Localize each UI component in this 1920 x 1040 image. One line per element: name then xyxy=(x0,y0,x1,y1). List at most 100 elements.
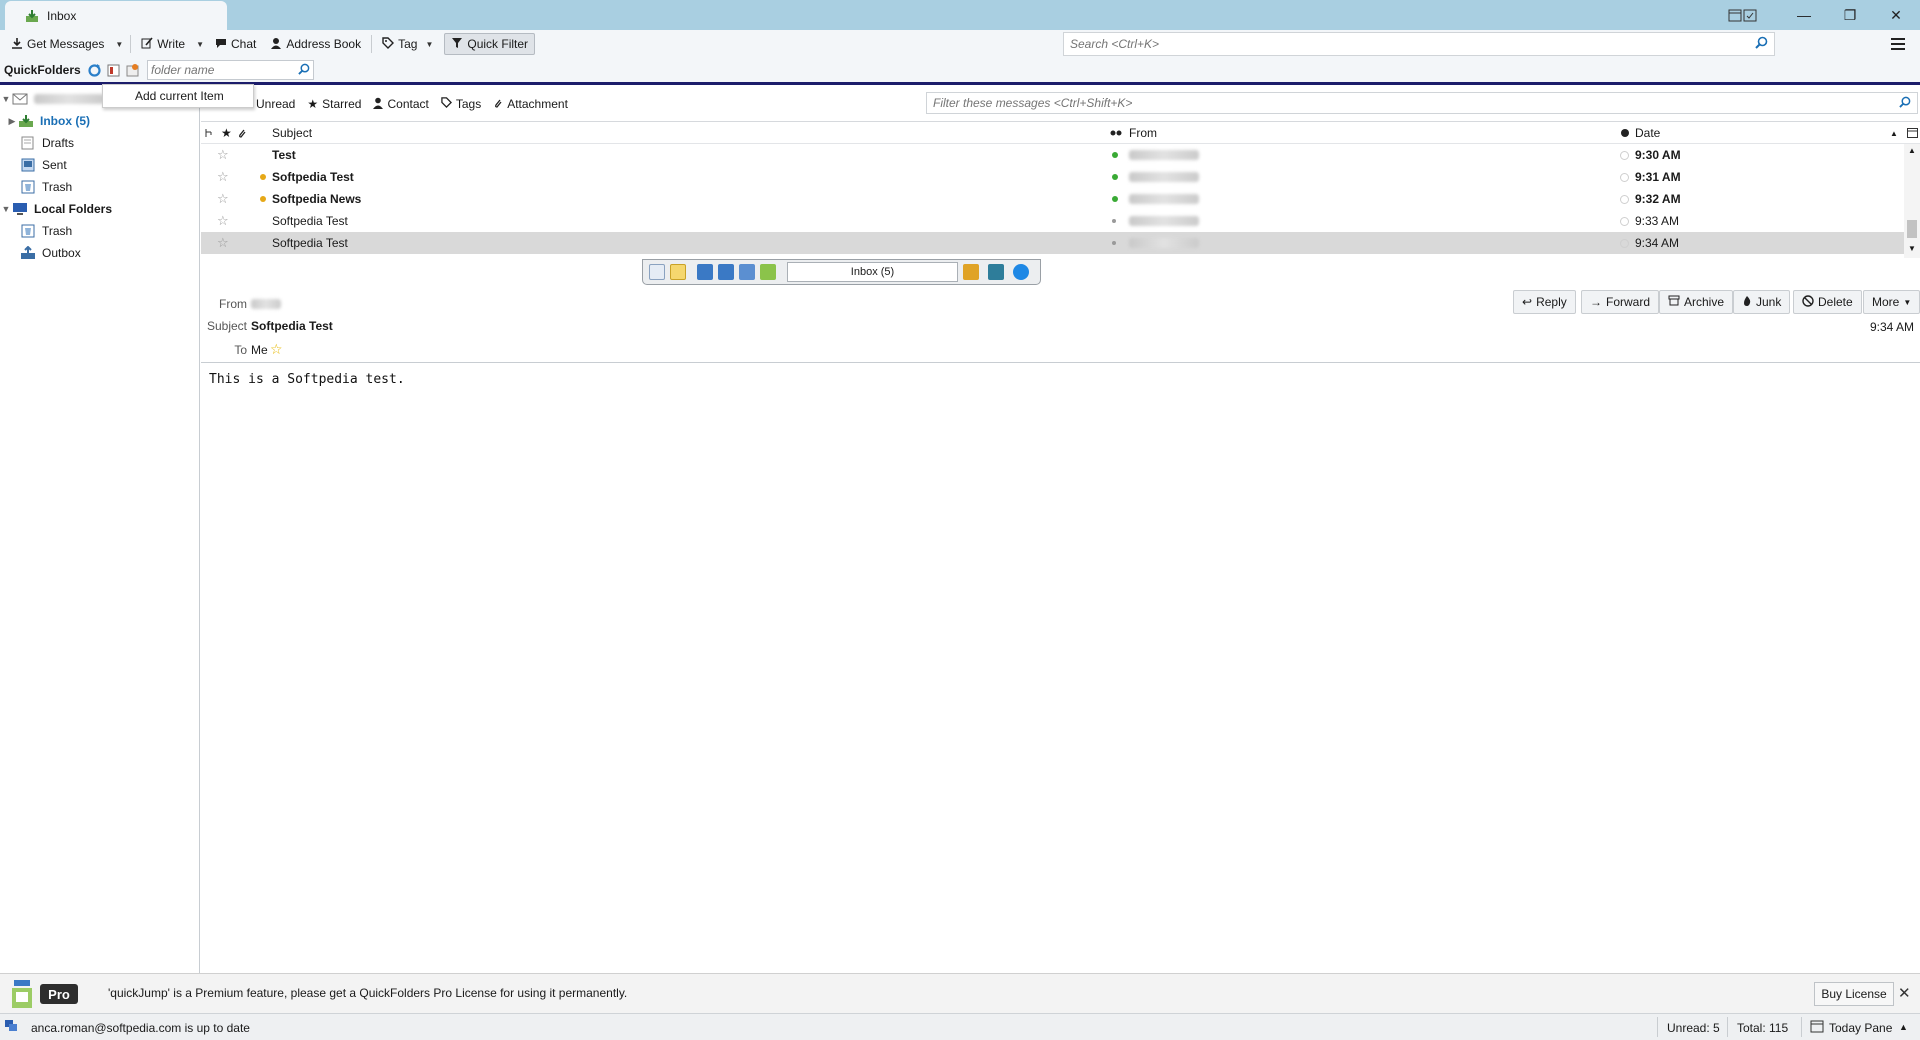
junk-status-toggle[interactable] xyxy=(1620,144,1629,166)
scroll-up-icon[interactable]: ▲ xyxy=(1908,146,1916,155)
folder-inbox[interactable]: ▶ Inbox (5) xyxy=(0,110,199,132)
folder-trash[interactable]: Trash xyxy=(0,176,199,198)
scrollbar-thumb[interactable] xyxy=(1907,220,1917,238)
quickfolders-search-box[interactable] xyxy=(147,60,314,80)
global-search-box[interactable] xyxy=(1063,32,1775,56)
read-status-toggle[interactable] xyxy=(1112,188,1118,210)
add-current-item-menu-item[interactable]: Add current Item xyxy=(135,89,224,103)
more-button[interactable]: More ▼ xyxy=(1863,290,1920,314)
junk-status-toggle[interactable] xyxy=(1620,188,1629,210)
to-value: Me xyxy=(251,343,268,357)
star-icon[interactable]: ☆ xyxy=(217,166,229,188)
write-dropdown[interactable]: ▼ xyxy=(192,40,208,49)
read-status-toggle[interactable] xyxy=(1112,210,1116,232)
column-picker-icon[interactable] xyxy=(1907,122,1918,144)
write-button[interactable]: Write xyxy=(134,33,192,55)
read-status-toggle[interactable] xyxy=(1112,166,1118,188)
address-book-button[interactable]: Address Book xyxy=(263,33,368,55)
current-folder-box[interactable]: Inbox (5) xyxy=(787,262,958,282)
chevron-down-icon[interactable]: ▼ xyxy=(0,204,12,214)
read-status-toggle[interactable] xyxy=(1112,144,1118,166)
chevron-right-icon[interactable]: ▶ xyxy=(6,116,18,127)
hamburger-menu-icon[interactable] xyxy=(1885,32,1911,56)
chevron-down-icon[interactable]: ▼ xyxy=(0,94,12,104)
filter-icon[interactable] xyxy=(988,264,1004,280)
reply-button[interactable]: ↩ Reply xyxy=(1513,290,1576,314)
today-pane-toggle[interactable]: Today Pane xyxy=(1829,1021,1892,1035)
mail-icon[interactable] xyxy=(649,264,665,280)
search-icon[interactable] xyxy=(298,63,310,78)
thread-column-icon[interactable] xyxy=(205,122,221,144)
junk-status-column-icon[interactable] xyxy=(1620,122,1630,144)
folder-local-folders[interactable]: ▼ Local Folders xyxy=(0,198,199,220)
scroll-down-icon[interactable]: ▼ xyxy=(1908,244,1916,253)
junk-status-toggle[interactable] xyxy=(1620,232,1629,254)
filter-starred-button[interactable]: ★ Starred xyxy=(301,93,367,115)
archive-button[interactable]: Archive xyxy=(1659,290,1734,314)
message-row[interactable]: ☆ Test 9:30 AM xyxy=(201,144,1904,166)
online-status-icon[interactable] xyxy=(4,1019,18,1036)
chat-button[interactable]: Chat xyxy=(208,33,263,55)
chevron-down-icon: ▼ xyxy=(1903,297,1912,307)
message-row[interactable]: ☆ Softpedia News 9:32 AM xyxy=(201,188,1904,210)
filter-messages-input[interactable] xyxy=(933,96,1899,110)
date-column-header[interactable]: Date xyxy=(1635,122,1660,144)
from-column-header[interactable]: From xyxy=(1129,122,1157,144)
inbox-icon[interactable] xyxy=(760,264,776,280)
tab-inbox[interactable]: Inbox xyxy=(5,1,227,30)
folder-star-icon[interactable] xyxy=(670,264,686,280)
filter-unread-button[interactable]: Unread xyxy=(250,93,301,115)
filter-contact-button[interactable]: Contact xyxy=(367,93,434,115)
star-icon[interactable]: ☆ xyxy=(217,188,229,210)
gear-icon[interactable] xyxy=(1013,264,1029,280)
forward-button[interactable]: → Forward xyxy=(1581,290,1660,314)
search-icon[interactable] xyxy=(1899,96,1911,111)
search-icon[interactable] xyxy=(1755,36,1768,52)
tag-button[interactable]: Tag ▼ xyxy=(375,33,444,55)
message-from xyxy=(1129,232,1199,254)
junk-button[interactable]: Junk xyxy=(1733,290,1791,314)
folder-tree-icon[interactable] xyxy=(106,63,121,78)
get-messages-dropdown[interactable]: ▼ xyxy=(111,40,127,49)
folder-image-icon[interactable] xyxy=(963,264,979,280)
maximize-button[interactable]: ❐ xyxy=(1827,0,1873,30)
filter-attachment-button[interactable]: Attachment xyxy=(487,93,574,115)
arrow-up-icon[interactable] xyxy=(697,264,713,280)
filter-messages-box[interactable] xyxy=(926,92,1918,114)
star-icon[interactable]: ☆ xyxy=(217,232,229,254)
get-messages-button[interactable]: Get Messages xyxy=(4,33,111,55)
message-list-scrollbar[interactable]: ▲ ▼ xyxy=(1904,144,1920,258)
arrow-down-icon[interactable] xyxy=(718,264,734,280)
folder-outbox[interactable]: Outbox xyxy=(0,242,199,264)
delete-button[interactable]: Delete xyxy=(1793,290,1862,314)
subfolder-icon[interactable] xyxy=(739,264,755,280)
close-icon[interactable]: ✕ xyxy=(1898,984,1911,1002)
message-row[interactable]: ☆ Softpedia Test 9:31 AM xyxy=(201,166,1904,188)
chevron-up-icon[interactable]: ▲ xyxy=(1899,1022,1908,1032)
star-icon[interactable]: ☆ xyxy=(270,341,283,358)
read-status-column-icon[interactable] xyxy=(1110,122,1122,144)
minimize-button[interactable]: — xyxy=(1781,0,1827,30)
filter-tags-button[interactable]: Tags xyxy=(435,93,487,115)
subject-column-header[interactable]: Subject xyxy=(272,122,312,144)
message-row[interactable]: ☆ Softpedia Test 9:33 AM xyxy=(201,210,1904,232)
folder-local-trash[interactable]: Trash xyxy=(0,220,199,242)
folder-name-input[interactable] xyxy=(151,63,298,77)
attachment-column-icon[interactable] xyxy=(237,122,253,144)
star-icon[interactable]: ☆ xyxy=(217,210,229,232)
starred-column-icon[interactable]: ★ xyxy=(221,122,237,144)
quick-filter-button[interactable]: Quick Filter xyxy=(444,33,536,55)
junk-status-toggle[interactable] xyxy=(1620,210,1629,232)
global-search-input[interactable] xyxy=(1070,37,1755,51)
star-icon[interactable]: ☆ xyxy=(217,144,229,166)
settings-icon[interactable] xyxy=(125,63,140,78)
folder-drafts[interactable]: Drafts xyxy=(0,132,199,154)
folder-sent[interactable]: Sent xyxy=(0,154,199,176)
junk-status-toggle[interactable] xyxy=(1620,166,1629,188)
message-row[interactable]: ☆ Softpedia Test 9:34 AM xyxy=(201,232,1904,254)
close-button[interactable]: ✕ xyxy=(1873,0,1919,30)
tasks-icon[interactable] xyxy=(1737,0,1763,30)
refresh-icon[interactable] xyxy=(87,63,102,78)
buy-license-button[interactable]: Buy License xyxy=(1814,982,1894,1006)
read-status-toggle[interactable] xyxy=(1112,232,1116,254)
